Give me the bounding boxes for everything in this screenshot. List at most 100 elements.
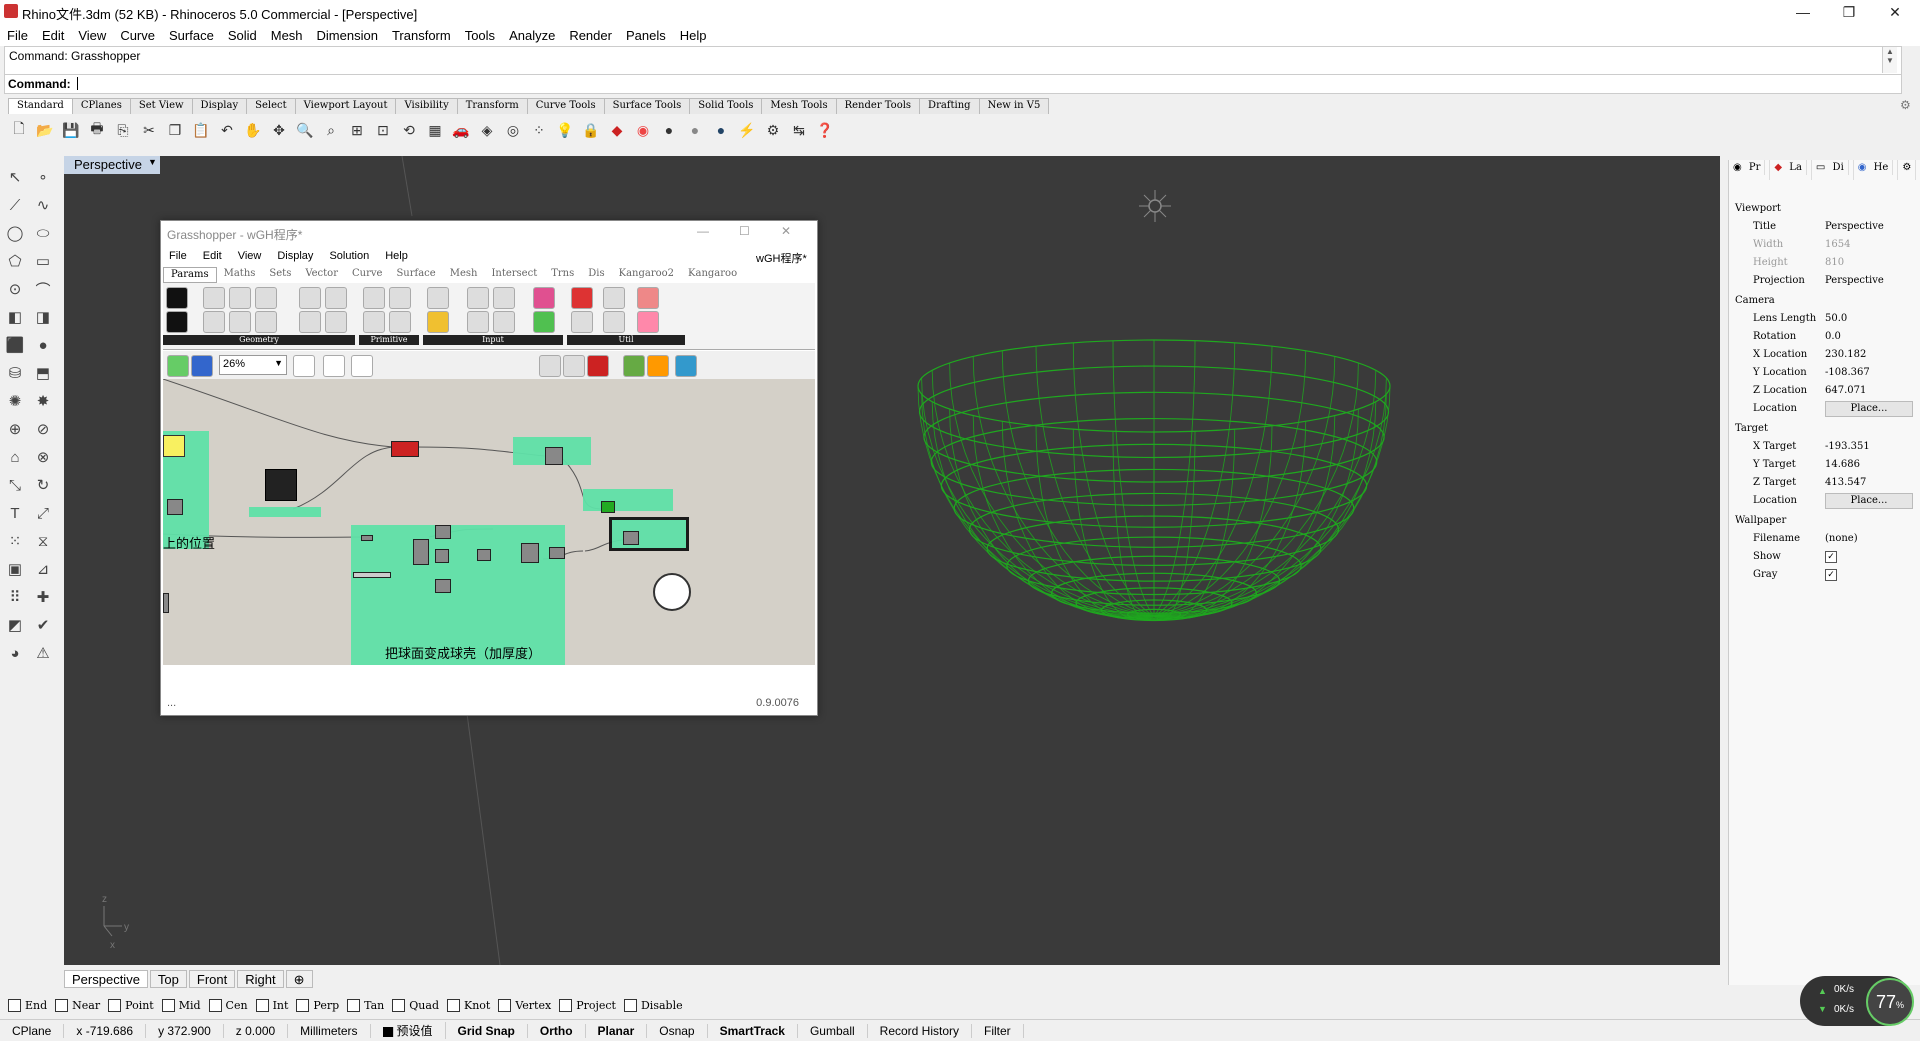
relay-arrow-icon[interactable]: [603, 287, 625, 309]
zoom-window-icon[interactable]: ⌕: [320, 119, 342, 141]
property-value[interactable]: 413.547: [1825, 477, 1866, 488]
osnap-project[interactable]: Project: [559, 998, 616, 1012]
osnap-near[interactable]: Near: [55, 998, 100, 1012]
osnap-toggle[interactable]: Osnap: [647, 1023, 708, 1038]
menu-help[interactable]: Help: [673, 28, 714, 43]
toolbar-options-gear-icon[interactable]: ⚙: [1900, 98, 1911, 112]
osnap-point[interactable]: Point: [108, 998, 154, 1012]
property-value[interactable]: 0.0: [1825, 331, 1841, 342]
viewport-layout-icon[interactable]: ▦: [424, 119, 446, 141]
network-speed-widget[interactable]: ▲ 0K/s ▼ 0K/s 77%: [1800, 976, 1914, 1026]
osnap-knot[interactable]: Knot: [446, 998, 490, 1012]
gh-tab[interactable]: Mesh: [443, 267, 485, 283]
eye-icon[interactable]: [323, 355, 345, 377]
help-tab[interactable]: ◉ He: [1854, 160, 1899, 180]
cut-icon[interactable]: ✂: [138, 119, 160, 141]
gh-minimize-button[interactable]: —: [697, 224, 709, 238]
tree-icon[interactable]: [571, 311, 593, 333]
extrude-icon[interactable]: ⬒: [32, 362, 54, 384]
gh-group-mid-right[interactable]: [583, 489, 673, 511]
osnap-checkbox[interactable]: [296, 998, 310, 1012]
slider-icon[interactable]: [467, 287, 489, 309]
grasshopper-window[interactable]: Grasshopper - wGH程序* — ☐ ✕ File Edit View D…: [160, 220, 818, 716]
gh-menu-item[interactable]: View: [230, 250, 270, 262]
osnap-cen[interactable]: Cen: [208, 998, 248, 1012]
explode-icon[interactable]: ✸: [32, 390, 54, 412]
dimension-icon[interactable]: ↹: [788, 119, 810, 141]
property-value[interactable]: 50.0: [1825, 313, 1847, 324]
osnap-int[interactable]: Int: [255, 998, 288, 1012]
mirror-icon[interactable]: ⧖: [32, 530, 54, 552]
trim-icon[interactable]: ⊘: [32, 418, 54, 440]
field-param-icon[interactable]: [299, 311, 321, 333]
property-value[interactable]: 14.686: [1825, 459, 1860, 470]
seven-param-icon[interactable]: [363, 311, 385, 333]
select-arrow-icon[interactable]: ↖: [4, 166, 26, 188]
open-file-icon[interactable]: 📂: [34, 119, 56, 141]
properties-tab[interactable]: ◉ Pr: [1729, 160, 1771, 180]
rotate-icon[interactable]: ↻: [32, 474, 54, 496]
osnap-checkbox[interactable]: [8, 998, 21, 1012]
box-icon[interactable]: ⬛: [4, 334, 26, 356]
point-param-icon[interactable]: [166, 311, 188, 333]
geometry-param-icon[interactable]: [166, 287, 188, 309]
viewport-tab-right[interactable]: Right: [237, 970, 284, 988]
property-checkbox[interactable]: ✓: [1825, 551, 1837, 563]
osnap-checkbox[interactable]: [347, 998, 361, 1012]
add-viewport-tab-icon[interactable]: ⊕: [285, 970, 313, 988]
undo-icon[interactable]: ↶: [216, 119, 238, 141]
osnap-vertex[interactable]: Vertex: [498, 998, 551, 1012]
preview-off-icon[interactable]: [539, 355, 561, 377]
gh-group-selected[interactable]: [609, 517, 689, 551]
gh-tab[interactable]: Surface: [389, 267, 442, 283]
preview-color-icon[interactable]: [647, 355, 669, 377]
circle-param-icon[interactable]: [203, 287, 225, 309]
grid-array-icon[interactable]: ⠿: [4, 586, 26, 608]
osnap-checkbox[interactable]: [392, 998, 406, 1012]
gh-tab[interactable]: Trns: [544, 267, 581, 283]
hemisphere-mesh[interactable]: [917, 339, 1391, 622]
render-sphere-icon[interactable]: ●: [710, 119, 732, 141]
cplane-label[interactable]: CPlane: [0, 1023, 65, 1038]
preview-wire-icon[interactable]: [563, 355, 585, 377]
toolbar-tab[interactable]: Set View: [129, 98, 193, 114]
curve-icon[interactable]: ∿: [32, 194, 54, 216]
gh-error-node[interactable]: [391, 441, 419, 457]
zoom-dropdown[interactable]: 26% ▼: [219, 355, 287, 375]
osnap-tan[interactable]: Tan: [347, 998, 384, 1012]
toolbar-tab[interactable]: Surface Tools: [603, 98, 691, 114]
color-wheel-icon[interactable]: ◉: [632, 119, 654, 141]
property-value[interactable]: -193.351: [1825, 441, 1870, 452]
zoom-icon[interactable]: 🔍: [294, 119, 316, 141]
gh-menu-item[interactable]: Edit: [195, 250, 230, 262]
toggle-icon[interactable]: [493, 287, 515, 309]
zoom-extents-icon[interactable]: ⊞: [346, 119, 368, 141]
render-tool-icon[interactable]: ◕: [4, 642, 26, 664]
toolbar-tab[interactable]: Render Tools: [835, 98, 921, 114]
toolbar-tab[interactable]: New in V5: [978, 98, 1050, 114]
copy-icon[interactable]: ❐: [164, 119, 186, 141]
point-icon[interactable]: ∘: [32, 166, 54, 188]
place-button[interactable]: Place...: [1825, 401, 1913, 417]
gh-menu-item[interactable]: File: [161, 250, 195, 262]
gumball-toggle[interactable]: Gumball: [798, 1023, 868, 1038]
property-value[interactable]: 230.182: [1825, 349, 1866, 360]
gh-save-icon[interactable]: [191, 355, 213, 377]
toolbar-tab[interactable]: Transform: [456, 98, 528, 114]
command-line[interactable]: Command:: [4, 74, 1902, 94]
preview-settings-icon[interactable]: [675, 355, 697, 377]
gh-maximize-button[interactable]: ☐: [739, 224, 750, 238]
viewport-tab-top[interactable]: Top: [149, 970, 187, 988]
gh-node[interactable]: [549, 547, 565, 559]
cplane-icon[interactable]: ◈: [476, 119, 498, 141]
osnap-mid[interactable]: Mid: [161, 998, 201, 1012]
osnap-checkbox[interactable]: [161, 998, 175, 1012]
flask-icon[interactable]: [637, 311, 659, 333]
filter-toggle[interactable]: Filter: [972, 1023, 1024, 1038]
menu-edit[interactable]: Edit: [35, 28, 71, 43]
gh-tab[interactable]: Vector: [298, 267, 345, 283]
maximize-button[interactable]: ❐: [1826, 0, 1872, 24]
cherry-picker-icon[interactable]: [571, 287, 593, 309]
osnap-checkbox[interactable]: [255, 998, 269, 1012]
vector-param-icon[interactable]: [203, 311, 225, 333]
